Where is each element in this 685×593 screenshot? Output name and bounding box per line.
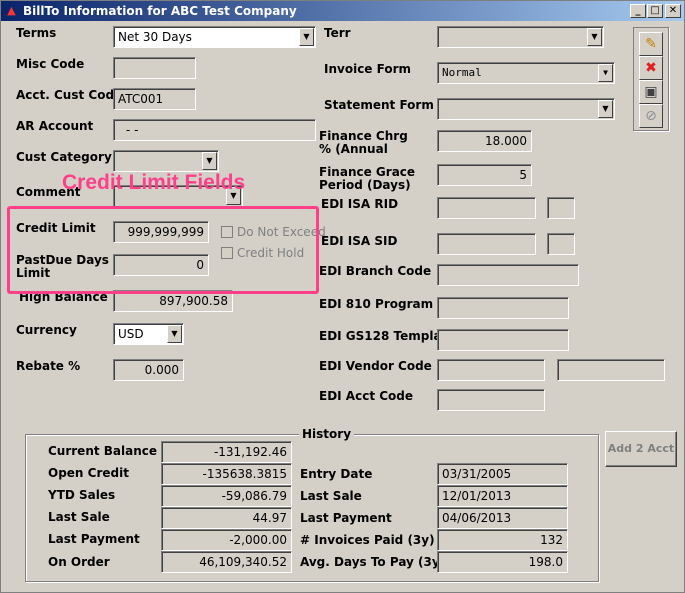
terms-select[interactable]: Net 30 Days ▼ xyxy=(113,26,316,48)
edi-isa-sid-field[interactable] xyxy=(437,233,536,255)
edit-icon[interactable]: ✎ xyxy=(639,32,663,56)
finance-grace-label: Finance Grace Period (Days) xyxy=(319,166,415,192)
terr-select[interactable]: ▼ xyxy=(437,26,604,48)
chevron-down-icon[interactable]: ▼ xyxy=(202,152,217,170)
misc-code-label: Misc Code xyxy=(16,57,85,71)
edi-branch-code-label: EDI Branch Code xyxy=(319,264,432,278)
add-2-acct-button[interactable]: Add 2 Acct xyxy=(605,431,677,467)
edi-gs128-template-label: EDI GS128 Template xyxy=(319,329,456,343)
last-payment-date-label: Last Payment xyxy=(300,511,392,525)
edi-isa-sid-label: EDI ISA SID xyxy=(321,234,398,248)
open-credit-label: Open Credit xyxy=(48,466,129,480)
current-balance-field: -131,192.46 xyxy=(161,441,292,463)
last-sale-amount-field: 44.97 xyxy=(161,507,292,529)
maximize-button[interactable]: □ xyxy=(647,4,663,18)
edi-isa-sid-qualifier-field[interactable] xyxy=(547,233,575,255)
title-bar: ▲ BillTo Information for ABC Test Compan… xyxy=(1,1,684,21)
finance-chrg-field[interactable]: 18.000 xyxy=(437,130,532,152)
invoices-paid-field: 132 xyxy=(437,529,568,551)
window-title: BillTo Information for ABC Test Company xyxy=(23,4,297,18)
on-order-label: On Order xyxy=(48,555,110,569)
cust-category-select[interactable]: ▼ xyxy=(113,150,219,172)
save-icon[interactable]: ▣ xyxy=(639,80,663,104)
minimize-button[interactable]: _ xyxy=(630,4,646,18)
last-payment-amount-label: Last Payment xyxy=(48,532,140,546)
rebate-field[interactable]: 0.000 xyxy=(113,359,184,381)
acct-cust-code-label: Acct. Cust Code xyxy=(16,88,123,102)
ar-account-label: AR Account xyxy=(16,119,94,133)
rebate-label: Rebate % xyxy=(16,359,81,373)
chevron-down-icon[interactable]: ▼ xyxy=(587,28,602,46)
chevron-down-icon[interactable]: ▼ xyxy=(299,28,314,46)
avg-days-to-pay-field: 198.0 xyxy=(437,551,568,573)
credit-limit-annotation: Credit Limit Fields xyxy=(62,171,246,194)
edi-vendor-code-extra-field[interactable] xyxy=(557,359,665,381)
avg-days-to-pay-label: Avg. Days To Pay (3y) xyxy=(300,555,446,569)
cancel-icon[interactable]: ⊘ xyxy=(639,104,663,128)
on-order-field: 46,109,340.52 xyxy=(161,551,292,573)
edi-isa-rid-field[interactable] xyxy=(437,197,536,219)
acct-cust-code-field[interactable]: ATC001 xyxy=(113,88,196,110)
edi-vendor-code-field[interactable] xyxy=(437,359,545,381)
statement-form-select[interactable]: ▼ xyxy=(437,98,615,120)
statement-form-label: Statement Form xyxy=(324,98,434,112)
ytd-sales-label: YTD Sales xyxy=(48,488,116,502)
edi-branch-code-field[interactable] xyxy=(437,264,579,286)
edi-vendor-code-label: EDI Vendor Code xyxy=(319,359,432,373)
invoice-form-select[interactable]: Normal ▼ xyxy=(437,62,615,84)
currency-select[interactable]: USD ▼ xyxy=(113,323,184,345)
entry-date-field: 03/31/2005 xyxy=(437,463,568,485)
invoices-paid-label: # Invoices Paid (3y) xyxy=(300,533,435,547)
finance-chrg-label-line2: % (Annual xyxy=(319,142,388,156)
entry-date-label: Entry Date xyxy=(300,467,373,481)
terms-value: Net 30 Days xyxy=(118,30,192,44)
edi-810-program-label: EDI 810 Program xyxy=(319,297,434,311)
current-balance-label: Current Balance xyxy=(48,444,158,458)
invoice-form-label: Invoice Form xyxy=(324,62,411,76)
invoice-form-value: Normal xyxy=(442,66,482,79)
delete-icon[interactable]: ✖ xyxy=(639,56,663,80)
cust-category-label: Cust Category xyxy=(16,150,112,164)
history-title: History xyxy=(299,427,355,441)
open-credit-field: -135638.3815 xyxy=(161,463,292,485)
edi-acct-code-field[interactable] xyxy=(437,389,545,411)
ytd-sales-field: -59,086.79 xyxy=(161,485,292,507)
edi-isa-rid-label: EDI ISA RID xyxy=(321,197,399,211)
chevron-down-icon[interactable]: ▼ xyxy=(598,100,613,118)
finance-grace-label-line2: Period (Days) xyxy=(319,178,411,192)
finance-grace-field[interactable]: 5 xyxy=(437,164,532,186)
edi-810-program-field[interactable] xyxy=(437,297,569,319)
chevron-down-icon[interactable]: ▼ xyxy=(598,64,613,82)
last-sale-date-field: 12/01/2013 xyxy=(437,485,568,507)
last-payment-date-field: 04/06/2013 xyxy=(437,507,568,529)
terr-label: Terr xyxy=(324,26,351,40)
last-payment-amount-field: -2,000.00 xyxy=(161,529,292,551)
billto-window: ▲ BillTo Information for ABC Test Compan… xyxy=(0,0,685,593)
currency-label: Currency xyxy=(16,323,77,337)
edi-isa-rid-qualifier-field[interactable] xyxy=(547,197,575,219)
last-sale-date-label: Last Sale xyxy=(300,489,362,503)
close-button[interactable]: ✕ xyxy=(665,4,681,18)
credit-limit-highlight-box xyxy=(7,206,319,294)
ar-account-field[interactable]: - - xyxy=(113,119,316,141)
terms-label: Terms xyxy=(16,26,57,40)
finance-chrg-label: Finance Chrg % (Annual xyxy=(319,130,408,156)
last-sale-amount-label: Last Sale xyxy=(48,510,110,524)
edi-acct-code-label: EDI Acct Code xyxy=(319,389,414,403)
misc-code-field[interactable] xyxy=(113,57,196,79)
chevron-down-icon[interactable]: ▼ xyxy=(167,325,182,343)
app-icon: ▲ xyxy=(7,4,16,17)
edi-gs128-template-field[interactable] xyxy=(437,329,569,351)
currency-value: USD xyxy=(118,327,144,341)
